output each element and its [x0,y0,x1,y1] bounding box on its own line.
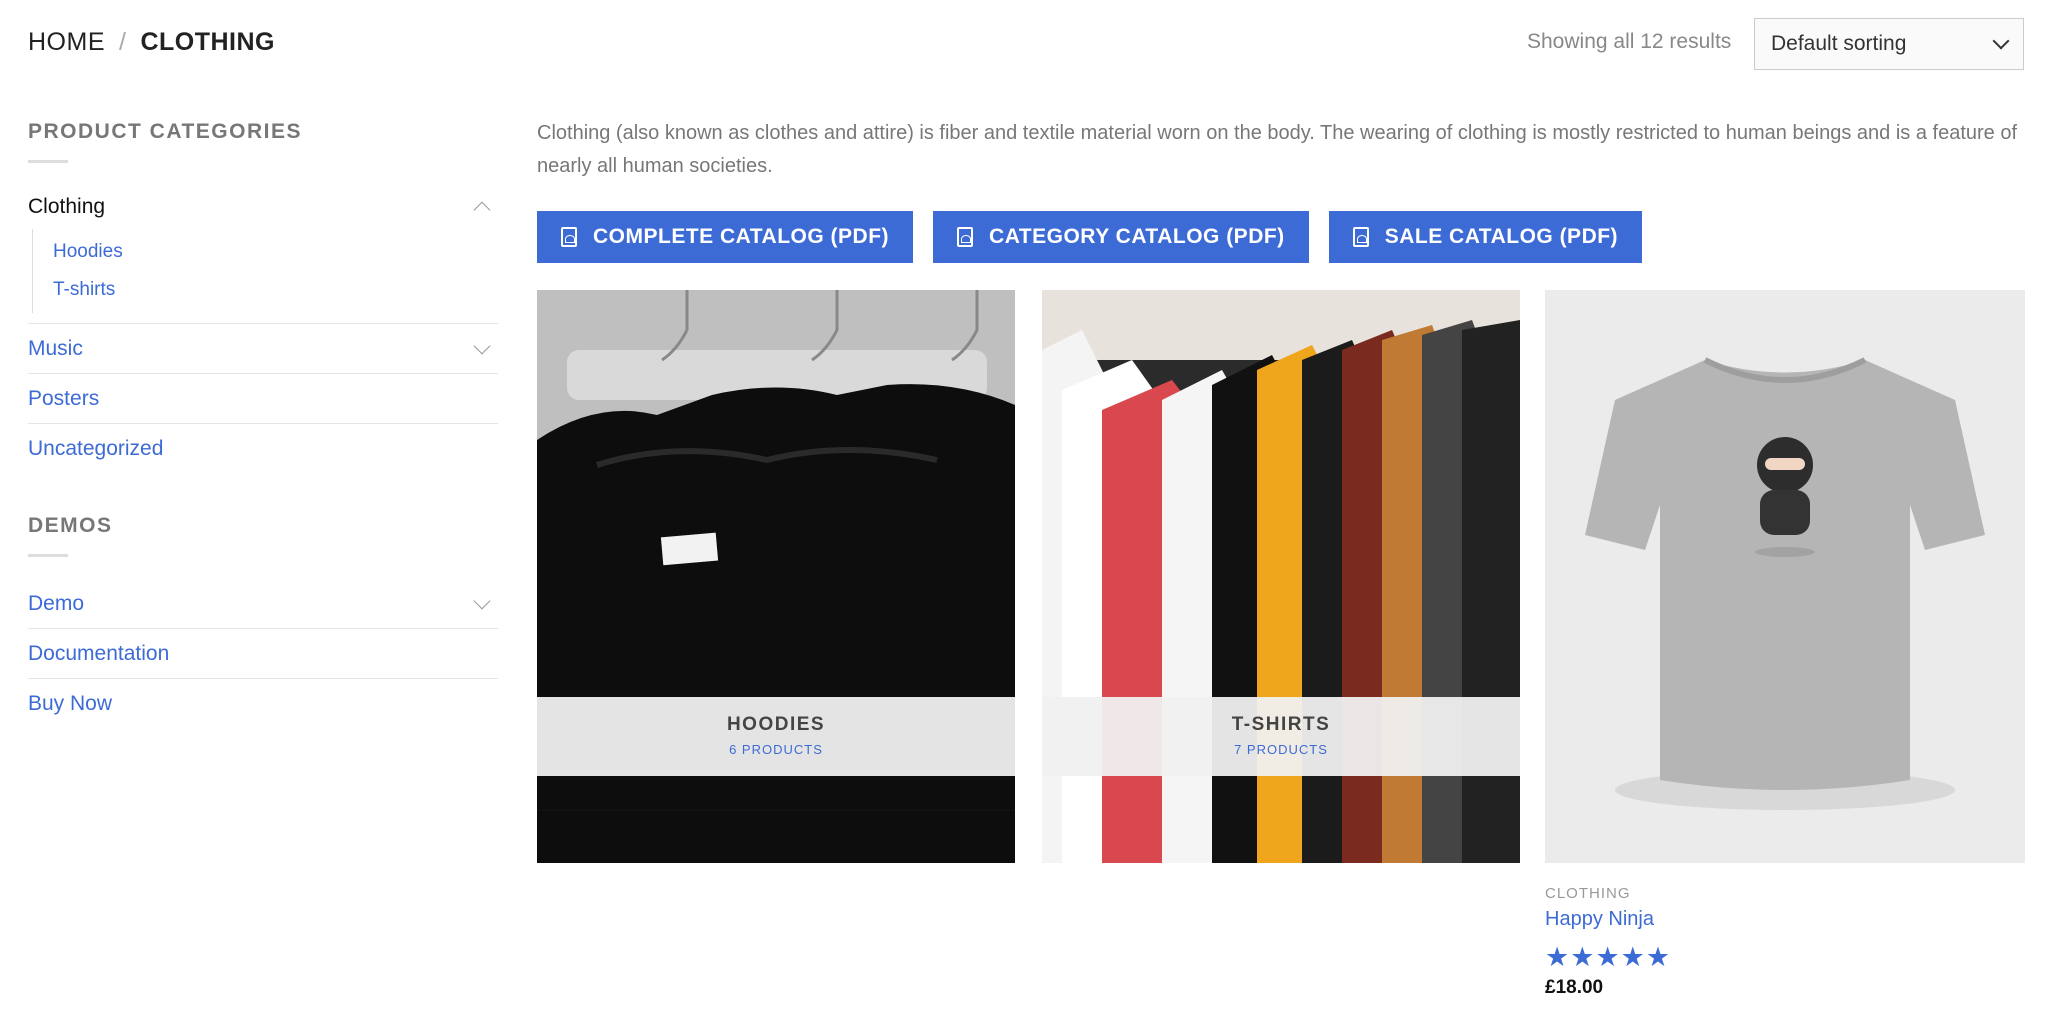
sort-selected-value: Default sorting [1771,32,1907,55]
t-shirt-product-image [1545,290,2025,863]
category-label: Uncategorized [28,437,164,460]
star-rating: ★ ★ ★ ★ ★ [1545,942,2025,972]
button-label: SALE CATALOG (PDF) [1384,225,1619,248]
category-label: Music [28,336,83,360]
demo-item-demo[interactable]: Demo [28,579,498,629]
category-item-uncategorized[interactable]: Uncategorized [28,424,498,474]
subcategory-item-hoodies[interactable]: Hoodies [53,233,498,271]
chevron-up-icon[interactable] [473,201,491,219]
star-icon: ★ [1545,942,1570,972]
pdf-icon [561,227,577,247]
widget-title-divider [28,160,68,163]
catalog-buttons: COMPLETE CATALOG (PDF) CATEGORY CATALOG … [537,211,1643,263]
results-count: Showing all 12 results [1527,30,1732,53]
subcategory-list: Hoodies T-shirts [32,229,498,313]
tile-product-count: 6 PRODUCTS [729,742,823,757]
button-label: CATEGORY CATALOG (PDF) [989,225,1285,248]
breadcrumb: HOME / CLOTHING [28,28,275,57]
category-item-clothing[interactable]: Clothing [28,185,498,229]
pdf-icon [1352,227,1369,247]
category-label: Posters [28,386,100,410]
sidebar: PRODUCT CATEGORIES Clothing Hoodies T-sh… [28,120,498,729]
tile-label: HOODIES 6 PRODUCTS [537,697,1015,776]
button-label: COMPLETE CATALOG (PDF) [593,225,890,248]
product-title[interactable]: Happy Ninja [1545,908,2025,931]
star-icon: ★ [1595,942,1620,972]
category-catalog-button[interactable]: CATEGORY CATALOG (PDF) [933,211,1309,263]
t-shirts-image [1042,290,1520,863]
demo-label: Demo [28,591,85,615]
category-tile-t-shirts[interactable]: T-SHIRTS 7 PRODUCTS [1042,290,1520,863]
breadcrumb-home-link[interactable]: HOME [28,28,105,57]
pdf-icon [957,227,974,247]
demo-label: Documentation [28,641,170,665]
chevron-down-icon[interactable] [473,592,491,609]
product-category[interactable]: CLOTHING [1545,885,2025,902]
widget-title-demos: DEMOS [28,514,113,537]
sort-dropdown[interactable]: Default sorting [1754,18,2024,70]
star-icon: ★ [1645,942,1671,972]
widget-title-product-categories: PRODUCT CATEGORIES [28,120,302,143]
star-icon: ★ [1570,942,1595,972]
breadcrumb-separator: / [119,28,127,56]
demo-item-documentation[interactable]: Documentation [28,629,498,679]
complete-catalog-button[interactable]: COMPLETE CATALOG (PDF) [537,211,914,263]
product-categories-widget: PRODUCT CATEGORIES Clothing Hoodies T-sh… [28,120,498,474]
product-image[interactable] [1545,290,2025,863]
tile-name: T-SHIRTS [1231,714,1331,735]
tile-label: T-SHIRTS 7 PRODUCTS [1042,697,1520,776]
category-description: Clothing (also known as clothes and atti… [537,122,2018,177]
demo-label: Buy Now [28,692,113,715]
chevron-down-icon[interactable] [473,337,491,354]
product-card: CLOTHING Happy Ninja ★ ★ ★ ★ ★ £18.00 [1545,290,2025,999]
star-icon: ★ [1620,942,1645,972]
demo-item-buy-now[interactable]: Buy Now [28,679,498,729]
sale-catalog-button[interactable]: SALE CATALOG (PDF) [1328,211,1643,263]
category-item-posters[interactable]: Posters [28,374,498,424]
category-tile-hoodies[interactable]: HOODIES 6 PRODUCTS [537,290,1015,863]
hoodies-image [537,290,1015,863]
tile-name: HOODIES [726,714,826,735]
category-item-music[interactable]: Music [28,324,498,374]
demos-widget: DEMOS Demo Documentation Buy Now [28,514,498,729]
category-label: Clothing [28,195,106,218]
subcategory-item-t-shirts[interactable]: T-shirts [53,271,498,309]
breadcrumb-current: CLOTHING [140,28,275,56]
widget-title-divider [28,554,68,557]
tile-product-count: 7 PRODUCTS [1234,742,1328,757]
product-price: £18.00 [1545,977,1604,998]
chevron-down-icon [1992,32,2010,50]
